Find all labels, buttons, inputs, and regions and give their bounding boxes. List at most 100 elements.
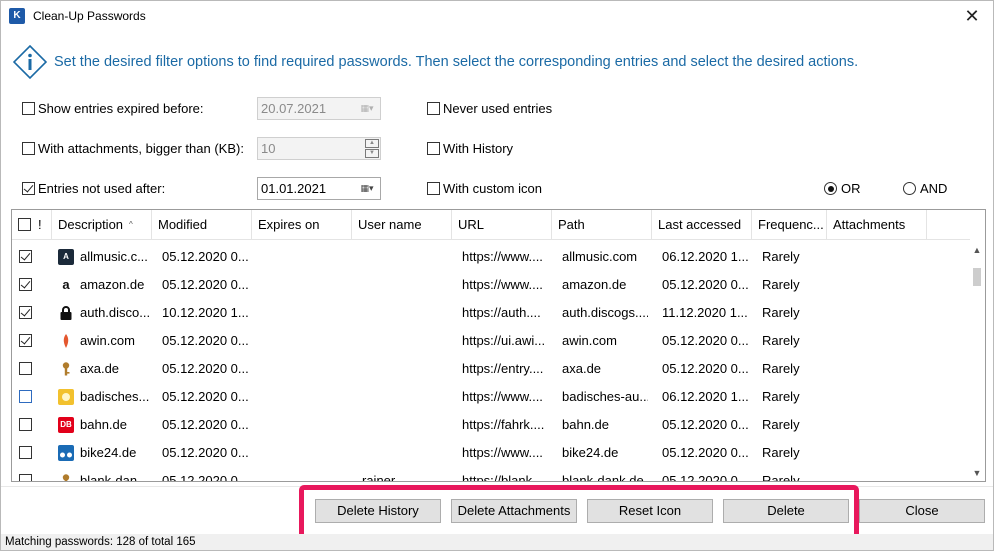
header-col-url[interactable]: URL [452,210,552,240]
and-radio-dot[interactable] [903,182,916,195]
cell-last-accessed: 11.12.2020 1... [662,305,748,320]
table-row[interactable]: blank-dan... 05.12.2020 0... rainer... http… [12,467,970,482]
cell-last-accessed: 05.12.2020 0... [662,333,748,348]
not-used-after-date-field[interactable]: 01.01.2021 ▦▾ [257,177,381,200]
table-row[interactable]: badisches... 05.12.2020 0... https://www..… [12,383,970,411]
cell-last-accessed: 05.12.2020 0... [662,445,748,460]
cell-user-name [358,355,448,383]
with-history-checkbox[interactable] [427,142,440,155]
row-select-checkbox[interactable] [19,250,32,263]
filter-never-used[interactable]: Never used entries [427,101,552,116]
cell-expires-on [258,439,348,467]
cell-frequency: Rarely [762,249,800,264]
row-select-checkbox[interactable] [19,334,32,347]
cell-description: bike24.de [80,445,137,460]
bike24-icon [58,445,74,461]
vertical-scrollbar[interactable]: ▲ ▼ [969,240,985,481]
cell-frequency: Rarely [762,305,800,320]
scroll-thumb[interactable] [973,268,981,286]
with-history-label: With History [443,141,514,156]
table-row[interactable]: auth.disco... 10.12.2020 1... https://auth… [12,299,970,327]
header-col-last-accessed[interactable]: Last accessed [652,210,752,240]
stepper-down-icon[interactable]: ▼ [365,149,379,158]
attachments-bigger-checkbox[interactable] [22,142,35,155]
select-all-checkbox[interactable] [18,218,31,231]
cell-frequency: Rarely [762,389,800,404]
cell-user-name [358,383,448,411]
filter-with-history[interactable]: With History [427,141,513,156]
cell-user-name [358,327,448,355]
cell-path: amazon.de [562,277,627,292]
row-select-checkbox[interactable] [19,446,32,459]
row-select-checkbox[interactable] [19,278,32,291]
cell-modified: 05.12.2020 0... [162,473,248,482]
row-select-checkbox[interactable] [19,474,32,481]
cell-user-name [358,439,448,467]
expired-before-date-field[interactable]: 20.07.2021 ▦▾ [257,97,381,120]
info-message: Set the desired filter options to find r… [54,54,859,70]
title-bar: K Clean-Up Passwords ✕ [1,1,993,33]
filter-expired-before[interactable]: Show entries expired before: [22,101,203,116]
logic-and-radio[interactable]: AND [903,181,947,196]
filter-attachments-bigger[interactable]: With attachments, bigger than (KB): [22,141,244,156]
stepper-arrows[interactable]: ▲ ▼ [365,139,379,158]
cell-frequency: Rarely [762,473,800,482]
close-window-button[interactable]: ✕ [959,5,985,27]
cell-expires-on [258,411,348,439]
table-row[interactable]: Aallmusic.c... 05.12.2020 0... https://www… [12,243,970,271]
cell-frequency: Rarely [762,361,800,376]
never-used-checkbox[interactable] [427,102,440,115]
calendar-dropdown-icon[interactable]: ▦▾ [356,180,378,197]
cell-description: awin.com [80,333,135,348]
header-col-flag[interactable]: ! [12,210,52,240]
close-button[interactable]: Close [859,499,985,523]
table-row[interactable]: DB bahn.de 05.12.2020 0... https://fahrk...… [12,411,970,439]
header-label: Frequenc... [758,217,824,232]
cell-url: https://www.... [462,249,543,264]
scroll-up-icon[interactable]: ▲ [969,242,985,258]
cell-description: badisches... [80,389,150,404]
clean-up-passwords-dialog: K Clean-Up Passwords ✕ Set the desired f… [0,0,994,551]
cell-last-accessed: 05.12.2020 0... [662,417,748,432]
cell-path: bahn.de [562,417,609,432]
row-select-checkbox[interactable] [19,418,32,431]
keepass-icon: K [9,8,25,24]
header-col-user-name[interactable]: User name [352,210,452,240]
table-header: ! Description ^ Modified Expires on User name… [12,210,970,240]
calendar-dropdown-icon[interactable]: ▦▾ [356,100,378,117]
cell-path: auth.discogs.... [562,305,648,320]
header-label: Last accessed [658,217,742,232]
row-select-checkbox[interactable] [19,306,32,319]
row-select-checkbox[interactable] [19,390,32,403]
table-row[interactable]: awin.com 05.12.2020 0... https://ui.awi...… [12,327,970,355]
cell-modified: 05.12.2020 0... [162,389,248,404]
cell-url: https://blank... [462,473,543,482]
not-used-after-checkbox[interactable] [22,182,35,195]
header-col-expires-on[interactable]: Expires on [252,210,352,240]
cell-user-name [358,411,448,439]
header-col-frequency[interactable]: Frequenc... [752,210,827,240]
header-col-description[interactable]: Description ^ [52,210,152,240]
header-col-path[interactable]: Path [552,210,652,240]
expired-before-checkbox[interactable] [22,102,35,115]
header-label: Description [58,217,124,232]
table-row[interactable]: axa.de 05.12.2020 0... https://entry.... ax… [12,355,970,383]
table-row[interactable]: a amazon.de 05.12.2020 0... https://www....… [12,271,970,299]
table-row[interactable]: bike24.de 05.12.2020 0... https://www.... b… [12,439,970,467]
cell-url: https://www.... [462,277,543,292]
cell-modified: 05.12.2020 0... [162,333,248,348]
or-radio-dot[interactable] [824,182,837,195]
filter-not-used-after[interactable]: Entries not used after: [22,181,165,196]
header-col-attachments[interactable]: Attachments [827,210,927,240]
filter-custom-icon[interactable]: With custom icon [427,181,542,196]
header-col-modified[interactable]: Modified [152,210,252,240]
logic-or-radio[interactable]: OR [824,181,861,196]
attachment-size-stepper[interactable]: 10 ▲ ▼ [257,137,381,160]
stepper-up-icon[interactable]: ▲ [365,139,379,148]
cell-modified: 05.12.2020 0... [162,361,248,376]
cell-modified: 05.12.2020 0... [162,277,248,292]
row-select-checkbox[interactable] [19,362,32,375]
scroll-down-icon[interactable]: ▼ [969,465,985,481]
custom-icon-checkbox[interactable] [427,182,440,195]
awin-icon [58,333,74,349]
